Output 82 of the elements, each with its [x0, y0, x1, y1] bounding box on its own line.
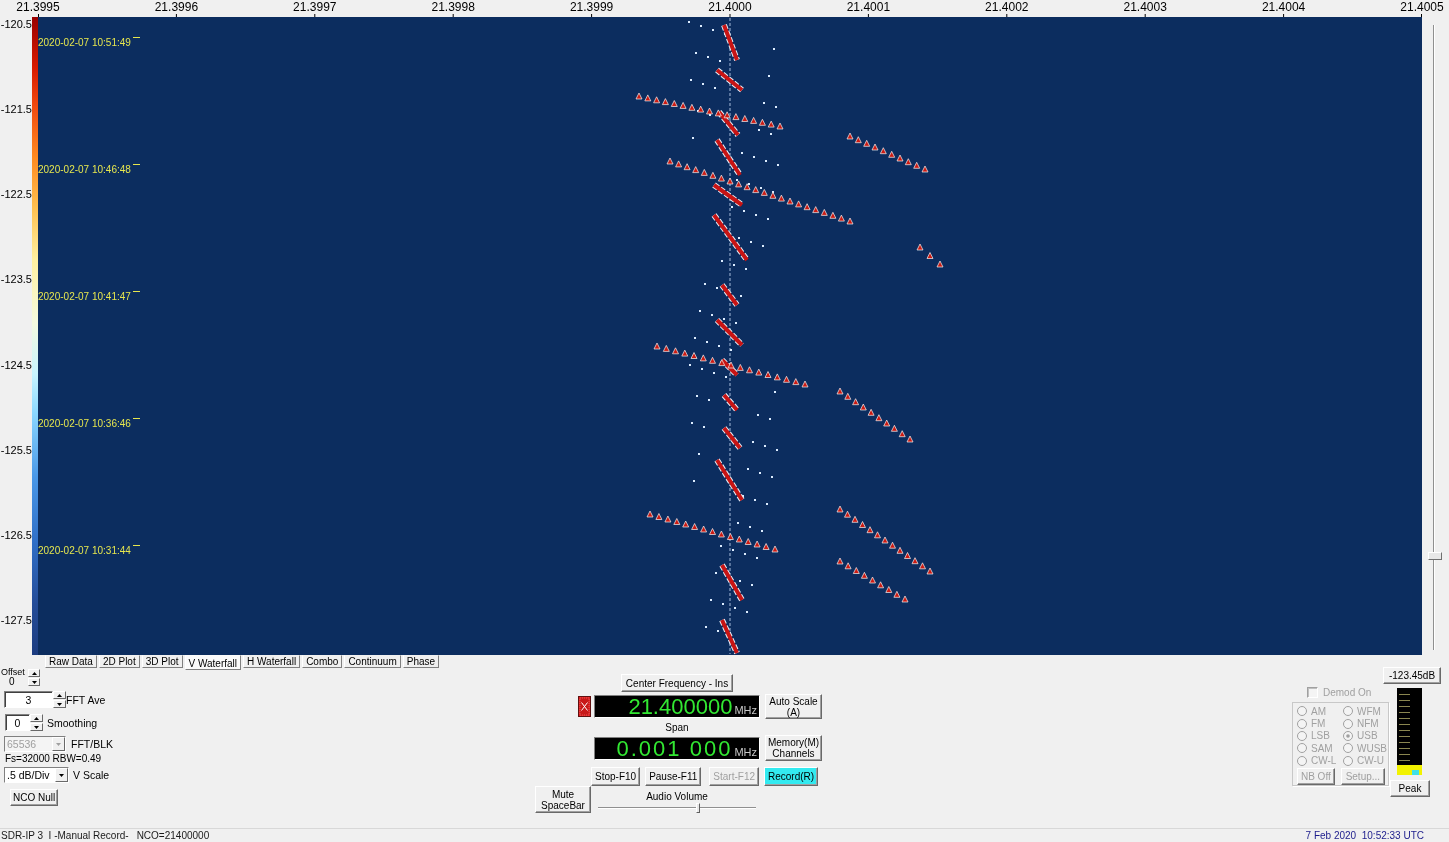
frequency-label: 21.3996 — [154, 1, 199, 14]
status-nco-text: NCO=21400000 — [136, 829, 210, 842]
status-mode-text: SDR-IP 3 I -Manual Record- — [1, 829, 129, 842]
smoothing-input[interactable]: 0 — [5, 714, 30, 731]
frequency-label: 21.3995 — [16, 1, 60, 14]
power-label: -126.5 — [0, 528, 32, 541]
offset-value: 0 — [8, 677, 15, 687]
span-label: Span — [665, 721, 689, 734]
view-tab[interactable]: 3D Plot — [141, 655, 183, 668]
transport-button[interactable]: Record(R) — [764, 767, 819, 786]
time-tick-icon — [132, 37, 140, 38]
fft-ave-label: FFT Ave — [66, 693, 106, 706]
up-arrow-icon — [34, 716, 39, 720]
peak-marker-icon — [1412, 770, 1419, 775]
nco-null-button[interactable]: NCO Null — [10, 789, 58, 806]
slider-thumb[interactable] — [1428, 552, 1442, 561]
view-tab[interactable]: Phase — [402, 655, 440, 668]
audio-volume-label: Audio Volume — [646, 791, 708, 803]
power-label: -122.5 — [0, 188, 32, 201]
status-time-text: 7 Feb 2020 10:52:33 UTC — [1305, 829, 1424, 842]
spin-down-button[interactable] — [28, 678, 40, 686]
spin-down-button[interactable] — [30, 723, 43, 731]
timestamp-label: 2020-02-07 10:31:44 — [38, 545, 131, 556]
timestamp-label: 2020-02-07 10:46:48 — [38, 164, 131, 175]
down-arrow-icon — [31, 680, 37, 684]
time-tick-icon — [132, 164, 140, 165]
power-label: -121.5 — [0, 103, 32, 116]
frequency-display: 21.400000 MHz — [594, 695, 760, 718]
down-arrow-icon — [34, 725, 39, 729]
spin-up-button[interactable] — [30, 714, 43, 722]
dropdown-button[interactable] — [55, 768, 68, 782]
fft-size-label: FFT/BLK — [71, 738, 113, 750]
view-tab[interactable]: V Waterfall — [184, 655, 242, 670]
memory-channels-button[interactable]: Memory(M) Channels — [765, 735, 822, 761]
x-icon[interactable] — [578, 696, 591, 717]
fft-ave-input[interactable]: 3 — [4, 691, 53, 708]
power-label: -127.5 — [0, 614, 32, 626]
frequency-label: 21.4003 — [1123, 1, 1167, 14]
up-arrow-icon — [57, 693, 62, 697]
demod-on-label: Demod On — [1323, 686, 1372, 698]
sample-info-text: Fs=32000 RBW=0.49 — [4, 753, 102, 765]
v-scale-label: V Scale — [73, 769, 110, 781]
frequency-label: 21.3997 — [293, 1, 337, 14]
dropdown-arrow-icon — [56, 742, 61, 746]
power-label: -125.5 — [0, 443, 32, 456]
frequency-label: 21.4005 — [1400, 1, 1444, 14]
power-label: -124.5 — [0, 358, 32, 371]
spin-up-button[interactable] — [53, 691, 66, 699]
view-tab[interactable]: Raw Data — [45, 655, 97, 668]
auto-scale-button[interactable]: Auto Scale (A) — [765, 694, 822, 719]
time-tick-icon — [132, 545, 140, 546]
frequency-label: 21.4004 — [1261, 1, 1306, 14]
power-label: -120.5 — [0, 18, 32, 30]
time-tick-icon — [132, 418, 140, 419]
slider-thumb[interactable] — [695, 803, 700, 813]
frequency-label: 21.4002 — [985, 1, 1029, 14]
power-label: -123.5 — [0, 273, 32, 286]
view-tab[interactable]: H Waterfall — [243, 655, 301, 668]
transport-button[interactable]: Pause-F11 — [645, 767, 702, 786]
down-arrow-icon — [57, 702, 62, 706]
frequency-label: 21.3999 — [569, 1, 614, 14]
spin-up-button[interactable] — [28, 669, 40, 677]
frequency-label: 21.3998 — [431, 1, 475, 14]
view-tab[interactable]: 2D Plot — [98, 655, 140, 668]
transport-button[interactable]: Stop-F10 — [591, 767, 641, 786]
time-tick-icon — [132, 291, 140, 292]
frequency-label: 21.4001 — [846, 1, 891, 14]
view-tab[interactable]: Combo — [302, 655, 343, 668]
dropdown-arrow-icon — [59, 773, 64, 777]
view-tab[interactable]: Continuum — [344, 655, 401, 668]
timestamp-label: 2020-02-07 10:36:46 — [38, 418, 131, 429]
frequency-label: 21.4000 — [708, 1, 752, 14]
timestamp-label: 2020-02-07 10:51:49 — [38, 37, 131, 48]
v-scale-dropdown[interactable]: .5 dB/Div — [4, 767, 69, 783]
center-frequency-button[interactable]: Center Frequency - Ins — [620, 674, 734, 692]
timestamp-label: 2020-02-07 10:41:47 — [38, 291, 131, 302]
span-display: 0.001 000 MHz — [594, 736, 760, 760]
spin-down-button[interactable] — [53, 700, 66, 708]
offset-label: Offset — [0, 667, 25, 677]
mute-button[interactable]: Mute SpaceBar — [535, 786, 591, 813]
smoothing-label: Smoothing — [47, 716, 98, 729]
up-arrow-icon — [31, 671, 37, 675]
